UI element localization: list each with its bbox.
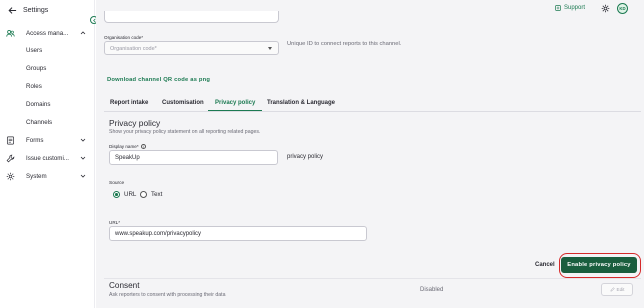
sidebar-item-label: System <box>26 172 47 180</box>
source-url-radio[interactable] <box>113 191 120 198</box>
tab-customisation[interactable]: Customisation <box>162 100 204 106</box>
sidebar-subitem-domains[interactable]: Domains <box>26 101 50 108</box>
organisation-code-help: Unique ID to connect reports to this cha… <box>287 41 402 47</box>
edit-label: Edit <box>616 287 625 292</box>
sidebar-subitem-users[interactable]: Users <box>26 47 42 54</box>
consent-edit-button[interactable]: Edit <box>601 283 633 296</box>
sidebar: Settings Access mana... Users Groups Rol… <box>0 0 95 308</box>
url-label: URL* <box>109 220 120 225</box>
source-text-label[interactable]: Text <box>151 191 162 198</box>
display-name-input[interactable]: SpeakUp <box>109 150 278 165</box>
dropdown-arrow-icon <box>268 47 272 50</box>
info-icon[interactable]: i <box>140 144 146 149</box>
display-name-label-text: Display name* <box>109 144 139 149</box>
sidebar-subitem-channels[interactable]: Channels <box>26 119 52 126</box>
enable-privacy-policy-button[interactable]: Enable privacy policy <box>561 257 637 273</box>
pencil-icon <box>610 287 615 292</box>
arrow-left-icon <box>8 7 17 14</box>
tab-privacy-policy[interactable]: Privacy policy <box>215 100 255 106</box>
sidebar-item-system[interactable]: System <box>0 169 95 183</box>
sidebar-item-forms[interactable]: Forms <box>0 133 95 147</box>
display-name-label: Display name* i <box>109 144 146 149</box>
tab-report-intake[interactable]: Report intake <box>110 100 148 106</box>
sidebar-item-issue-customisation[interactable]: Issue customi... <box>0 151 95 165</box>
source-text-radio[interactable] <box>140 191 147 198</box>
consent-description: Ask reporters to consent with processing… <box>109 292 226 298</box>
support-label: Support <box>564 5 586 11</box>
organisation-code-select[interactable]: Organisation code* <box>104 41 279 55</box>
main-content: Organisation code* Organisation code* Un… <box>96 0 644 308</box>
chevron-down-icon <box>80 138 86 142</box>
url-input[interactable]: www.speakup.com/privacypolicy <box>109 226 367 241</box>
privacy-policy-description: Show your privacy policy statement on al… <box>109 129 261 135</box>
channel-settings-panel: Organisation code* Organisation code* Un… <box>99 0 641 308</box>
sidebar-subitem-groups[interactable]: Groups <box>26 65 46 72</box>
url-value: www.speakup.com/privacypolicy <box>115 231 202 237</box>
settings-gear-icon[interactable] <box>601 4 610 13</box>
channel-tabs: Report intake Customisation Privacy poli… <box>104 97 641 112</box>
user-avatar[interactable]: KD <box>617 3 628 14</box>
back-to-settings[interactable]: Settings <box>8 6 48 15</box>
back-label: Settings <box>23 7 49 14</box>
source-label: Source <box>109 181 125 186</box>
gear-icon <box>5 171 15 181</box>
privacy-policy-title: Privacy policy <box>109 118 161 128</box>
header-actions: Support KD <box>554 0 644 18</box>
display-name-value: SpeakUp <box>115 155 140 161</box>
tab-translation-language[interactable]: Translation & Language <box>267 100 335 106</box>
support-link[interactable]: Support <box>555 5 585 11</box>
organisation-code-label: Organisation code* <box>104 35 144 40</box>
support-icon <box>555 5 561 11</box>
sidebar-item-label: Access mana... <box>26 29 69 37</box>
download-qr-link[interactable]: Download channel QR code as png <box>107 77 210 83</box>
sidebar-item-label: Issue customi... <box>26 154 69 162</box>
organisation-code-placeholder: Organisation code* <box>110 45 157 52</box>
source-url-label[interactable]: URL <box>124 191 136 198</box>
previous-field[interactable] <box>104 11 279 23</box>
consent-title: Consent <box>109 281 140 290</box>
sidebar-item-label: Forms <box>26 136 44 144</box>
sidebar-subitem-roles[interactable]: Roles <box>26 83 42 90</box>
consent-status: Disabled <box>420 287 444 293</box>
active-tab-indicator <box>208 109 262 111</box>
users-icon <box>5 28 15 38</box>
cancel-button[interactable]: Cancel <box>535 262 555 268</box>
display-name-suffix: privacy policy <box>287 154 324 160</box>
section-divider <box>104 278 641 279</box>
chevron-down-icon <box>80 156 86 160</box>
forms-icon <box>5 135 15 145</box>
wrench-icon <box>5 153 15 163</box>
sidebar-item-access-management[interactable]: Access mana... <box>0 26 95 40</box>
chevron-up-icon <box>80 31 86 35</box>
chevron-down-icon <box>80 174 86 178</box>
